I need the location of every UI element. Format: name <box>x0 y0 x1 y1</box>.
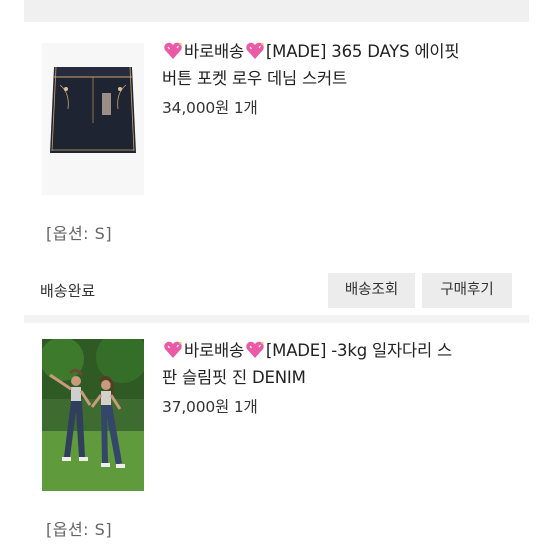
previous-card-edge <box>24 0 529 20</box>
delivery-status: 배송완료 <box>40 282 96 300</box>
sparkling-heart-icon <box>245 42 265 67</box>
product-image-jeans[interactable] <box>42 339 144 491</box>
title-line2-text: 판 슬림핏 진 DENIM <box>162 368 306 387</box>
order-card: 바로배송 [MADE] -3kg 일자다리 스판 슬림핏 진 DENIM 37,0… <box>24 323 529 553</box>
quantity-text: 1개 <box>233 398 258 416</box>
order-card: 바로배송 [MADE] 365 DAYS 에이핏버튼 포켓 로우 데님 스커트 3… <box>24 22 529 315</box>
sparkling-heart-icon <box>245 341 265 366</box>
title-line1-text: [MADE] 365 DAYS 에이핏 <box>265 42 460 61</box>
title-brand-text: 바로배송 <box>184 42 244 61</box>
option-text: [옵션: S] <box>46 520 113 539</box>
write-review-button[interactable]: 구매후기 <box>422 273 512 308</box>
title-line1-text: [MADE] -3kg 일자다리 스 <box>265 341 452 360</box>
quantity-text: 1개 <box>233 99 258 117</box>
price-quantity: 37,000원 1개 <box>162 395 258 417</box>
option-text: [옵션: S] <box>46 224 113 243</box>
title-line2-text: 버튼 포켓 로우 데님 스커트 <box>162 69 347 88</box>
product-image-skirt[interactable] <box>42 43 144 195</box>
sparkling-heart-icon <box>163 42 183 67</box>
track-delivery-button[interactable]: 배송조회 <box>328 273 415 308</box>
price-text: 34,000원 <box>162 99 230 117</box>
jeans-models-photo <box>42 339 144 491</box>
product-title[interactable]: 바로배송 [MADE] -3kg 일자다리 스판 슬림핏 진 DENIM <box>162 339 507 390</box>
denim-skirt-image <box>42 43 144 195</box>
order-history-panel: 바로배송 [MADE] 365 DAYS 에이핏버튼 포켓 로우 데님 스커트 3… <box>24 0 529 553</box>
title-brand-text: 바로배송 <box>184 341 244 360</box>
price-quantity: 34,000원 1개 <box>162 96 258 118</box>
sparkling-heart-icon <box>163 341 183 366</box>
product-title[interactable]: 바로배송 [MADE] 365 DAYS 에이핏버튼 포켓 로우 데님 스커트 <box>162 40 507 91</box>
price-text: 37,000원 <box>162 398 230 416</box>
